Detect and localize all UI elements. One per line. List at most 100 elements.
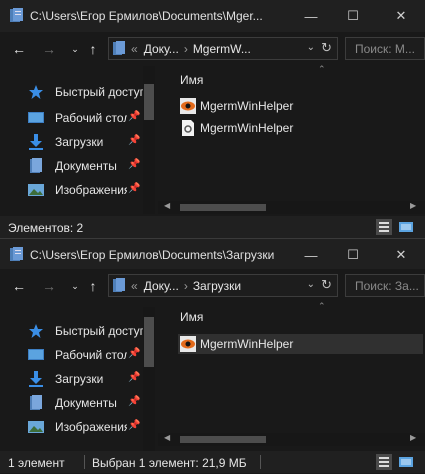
search-input[interactable]: Поиск: За... <box>345 274 425 297</box>
status-divider <box>260 455 261 469</box>
maximize-button[interactable]: ☐ <box>332 239 374 271</box>
window-title: C:\Users\Егор Ермилов\Documents\Загрузки <box>30 248 275 262</box>
item-count: 1 элемент <box>8 456 65 470</box>
sidebar-item-label: Изображения <box>55 420 127 434</box>
breadcrumb-item[interactable]: MgermW... <box>193 42 251 56</box>
config-file-icon <box>182 120 194 136</box>
documents-icon <box>30 158 42 173</box>
column-header-name[interactable]: Имя <box>180 73 203 87</box>
sidebar-item-quick-access[interactable]: Быстрый доступ <box>28 82 156 102</box>
horizontal-scrollbar[interactable]: ◀ ▶ <box>158 433 425 446</box>
pin-icon: 📌 <box>128 183 141 194</box>
forward-button[interactable]: → <box>40 39 58 59</box>
star-icon <box>29 85 43 99</box>
close-button[interactable]: ✕ <box>380 239 422 271</box>
up-button[interactable]: ↑ <box>84 276 102 296</box>
horizontal-scrollbar[interactable]: ◀ ▶ <box>158 201 425 214</box>
window-title: C:\Users\Егор Ермилов\Documents\Mger... <box>30 9 263 23</box>
star-icon <box>29 324 43 338</box>
scrollbar-thumb[interactable] <box>144 317 154 367</box>
navigation-bar: ← → ⌄ ↑ «Доку... › Загрузки ⌄ ↻ Поиск: За.… <box>0 269 425 303</box>
pin-icon: 📌 <box>128 420 141 431</box>
folder-icon <box>10 247 23 261</box>
scrollbar-thumb[interactable] <box>180 436 266 443</box>
maximize-button[interactable]: ☐ <box>332 0 374 32</box>
chevron-down-icon[interactable]: ⌄ <box>307 279 315 290</box>
pin-icon: 📌 <box>128 159 141 170</box>
title-bar[interactable]: C:\Users\Егор Ермилов\Documents\Mger... … <box>0 0 425 32</box>
minimize-button[interactable]: — <box>290 0 332 32</box>
details-view-icon[interactable] <box>376 219 392 235</box>
sidebar-item-documents[interactable]: Документы 📌 <box>28 393 156 413</box>
close-button[interactable]: ✕ <box>380 0 422 32</box>
pin-icon: 📌 <box>128 372 141 383</box>
sidebar-item-label: Загрузки <box>55 135 104 149</box>
file-name: MgermWinHelper <box>200 99 294 113</box>
large-icons-view-icon[interactable] <box>398 219 414 235</box>
large-icons-view-icon[interactable] <box>398 454 414 470</box>
file-row[interactable]: MgermWinHelper <box>178 96 423 116</box>
overflow-chevron[interactable]: « <box>131 42 138 56</box>
navigation-bar: ← → ⌄ ↑ «Доку... › MgermW... ⌄ ↻ Поиск: M.… <box>0 32 425 66</box>
status-bar: Элементов: 2 <box>0 216 425 238</box>
recent-locations-button[interactable]: ⌄ <box>66 39 84 59</box>
downloads-icon <box>29 371 43 387</box>
breadcrumb-item[interactable]: Доку... <box>144 42 179 56</box>
recent-locations-button[interactable]: ⌄ <box>66 276 84 296</box>
pin-icon: 📌 <box>128 348 141 359</box>
sort-caret-icon: ⌃ <box>318 64 326 74</box>
sort-caret-icon: ⌃ <box>318 301 326 311</box>
file-name: MgermWinHelper <box>200 337 294 351</box>
scrollbar-thumb[interactable] <box>144 84 154 120</box>
chevron-down-icon[interactable]: ⌄ <box>307 42 315 53</box>
minimize-button[interactable]: — <box>290 239 332 271</box>
address-bar[interactable]: «Доку... › Загрузки ⌄ ↻ <box>108 274 338 297</box>
search-input[interactable]: Поиск: M... <box>345 37 425 60</box>
up-button[interactable]: ↑ <box>84 39 102 59</box>
explorer-window-2: C:\Users\Егор Ермилов\Documents\Загрузки… <box>0 238 425 474</box>
navigation-pane: Быстрый доступ Рабочий стол 📌 Загрузки 📌… <box>0 303 158 451</box>
sidebar-item-label: Документы <box>55 396 117 410</box>
refresh-icon[interactable]: ↻ <box>321 277 332 293</box>
desktop-icon <box>28 112 44 123</box>
file-row[interactable]: MgermWinHelper <box>178 118 423 138</box>
explorer-window-1: C:\Users\Егор Ермилов\Documents\Mger... … <box>0 0 425 238</box>
file-row-selected[interactable]: MgermWinHelper <box>178 334 423 354</box>
sidebar-item-pictures[interactable]: Изображения 📌 <box>28 417 156 437</box>
sidebar-scrollbar[interactable] <box>143 66 155 214</box>
sidebar-item-desktop[interactable]: Рабочий стол 📌 <box>28 345 156 365</box>
forward-button[interactable]: → <box>40 276 58 296</box>
documents-folder-icon <box>113 41 125 55</box>
sidebar-scrollbar[interactable] <box>143 307 155 451</box>
sidebar-item-downloads[interactable]: Загрузки 📌 <box>28 369 156 389</box>
scroll-right-icon[interactable]: ▶ <box>410 433 416 442</box>
back-button[interactable]: ← <box>10 276 28 296</box>
breadcrumb-item[interactable]: Загрузки <box>193 279 241 293</box>
sidebar-item-desktop[interactable]: Рабочий стол 📌 <box>28 108 156 128</box>
sidebar-item-pictures[interactable]: Изображения 📌 <box>28 180 156 200</box>
address-bar[interactable]: «Доку... › MgermW... ⌄ ↻ <box>108 37 338 60</box>
refresh-icon[interactable]: ↻ <box>321 40 332 56</box>
column-header-name[interactable]: Имя <box>180 310 203 324</box>
overflow-chevron[interactable]: « <box>131 279 138 293</box>
pictures-icon <box>28 184 44 196</box>
breadcrumb-item[interactable]: Доку... <box>144 279 179 293</box>
file-list: ⌃ Имя MgermWinHelper <box>158 301 425 427</box>
item-count: Элементов: 2 <box>8 221 84 235</box>
app-eye-icon <box>180 336 196 352</box>
title-bar[interactable]: C:\Users\Егор Ермилов\Documents\Загрузки… <box>0 239 425 271</box>
sidebar-item-documents[interactable]: Документы 📌 <box>28 156 156 176</box>
scroll-left-icon[interactable]: ◀ <box>164 201 170 210</box>
scroll-left-icon[interactable]: ◀ <box>164 433 170 442</box>
scroll-right-icon[interactable]: ▶ <box>410 201 416 210</box>
file-name: MgermWinHelper <box>200 121 294 135</box>
scrollbar-thumb[interactable] <box>180 204 266 211</box>
back-button[interactable]: ← <box>10 39 28 59</box>
sidebar-item-quick-access[interactable]: Быстрый доступ <box>28 321 156 341</box>
sidebar-item-label: Документы <box>55 159 117 173</box>
documents-icon <box>30 395 42 410</box>
folder-icon <box>10 8 23 22</box>
sidebar-item-downloads[interactable]: Загрузки 📌 <box>28 132 156 152</box>
pin-icon: 📌 <box>128 135 141 146</box>
details-view-icon[interactable] <box>376 454 392 470</box>
